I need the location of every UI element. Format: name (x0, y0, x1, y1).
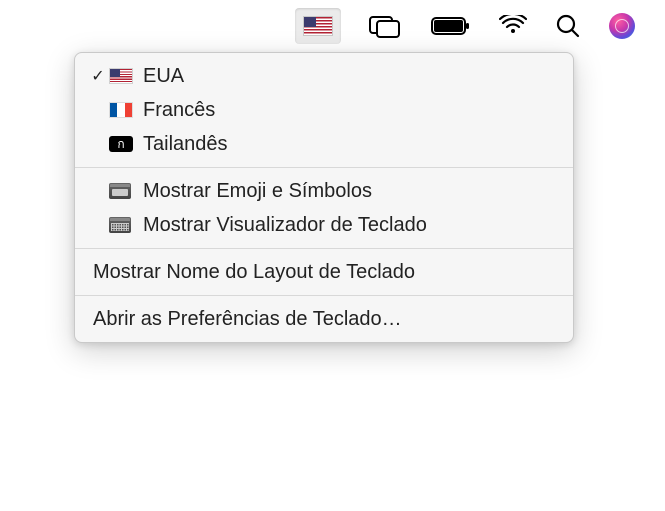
menu-separator (75, 248, 573, 249)
menu-label: Mostrar Visualizador de Teclado (143, 214, 555, 237)
siri-item[interactable] (609, 8, 635, 44)
check-icon: ✓ (87, 66, 109, 86)
show-keyboard-viewer-item[interactable]: Mostrar Visualizador de Teclado (75, 208, 573, 242)
show-emoji-item[interactable]: Mostrar Emoji e Símbolos (75, 174, 573, 208)
mission-control-item[interactable] (369, 8, 403, 44)
language-label: EUA (143, 65, 555, 88)
siri-icon (609, 13, 635, 39)
wifi-icon (499, 15, 527, 37)
language-item-french[interactable]: Francês (75, 93, 573, 127)
input-source-dropdown: ✓ EUA Francês ก Tailandês Mostrar Emoji … (74, 52, 574, 343)
menu-label: Abrir as Preferências de Teclado… (93, 308, 555, 331)
mission-control-icon (369, 14, 403, 38)
battery-item[interactable] (431, 8, 471, 44)
battery-icon (431, 16, 471, 36)
flag-france-icon (109, 102, 133, 118)
flag-usa-icon (109, 68, 133, 84)
open-keyboard-prefs-item[interactable]: Abrir as Preferências de Teclado… (75, 302, 573, 336)
input-source-menu[interactable] (295, 8, 341, 44)
menu-label: Mostrar Emoji e Símbolos (143, 180, 555, 203)
menu-label: Mostrar Nome do Layout de Teclado (93, 261, 555, 284)
language-item-usa[interactable]: ✓ EUA (75, 59, 573, 93)
language-label: Francês (143, 99, 555, 122)
menubar (295, 8, 635, 44)
keyboard-viewer-icon (109, 217, 131, 233)
menu-separator (75, 295, 573, 296)
spotlight-item[interactable] (555, 8, 581, 44)
language-label: Tailandês (143, 133, 555, 156)
thai-icon: ก (109, 136, 133, 152)
wifi-item[interactable] (499, 8, 527, 44)
language-item-thai[interactable]: ก Tailandês (75, 127, 573, 161)
character-viewer-icon (109, 183, 131, 199)
show-layout-name-item[interactable]: Mostrar Nome do Layout de Teclado (75, 255, 573, 289)
menu-separator (75, 167, 573, 168)
flag-usa-icon (303, 16, 333, 36)
search-icon (555, 13, 581, 39)
